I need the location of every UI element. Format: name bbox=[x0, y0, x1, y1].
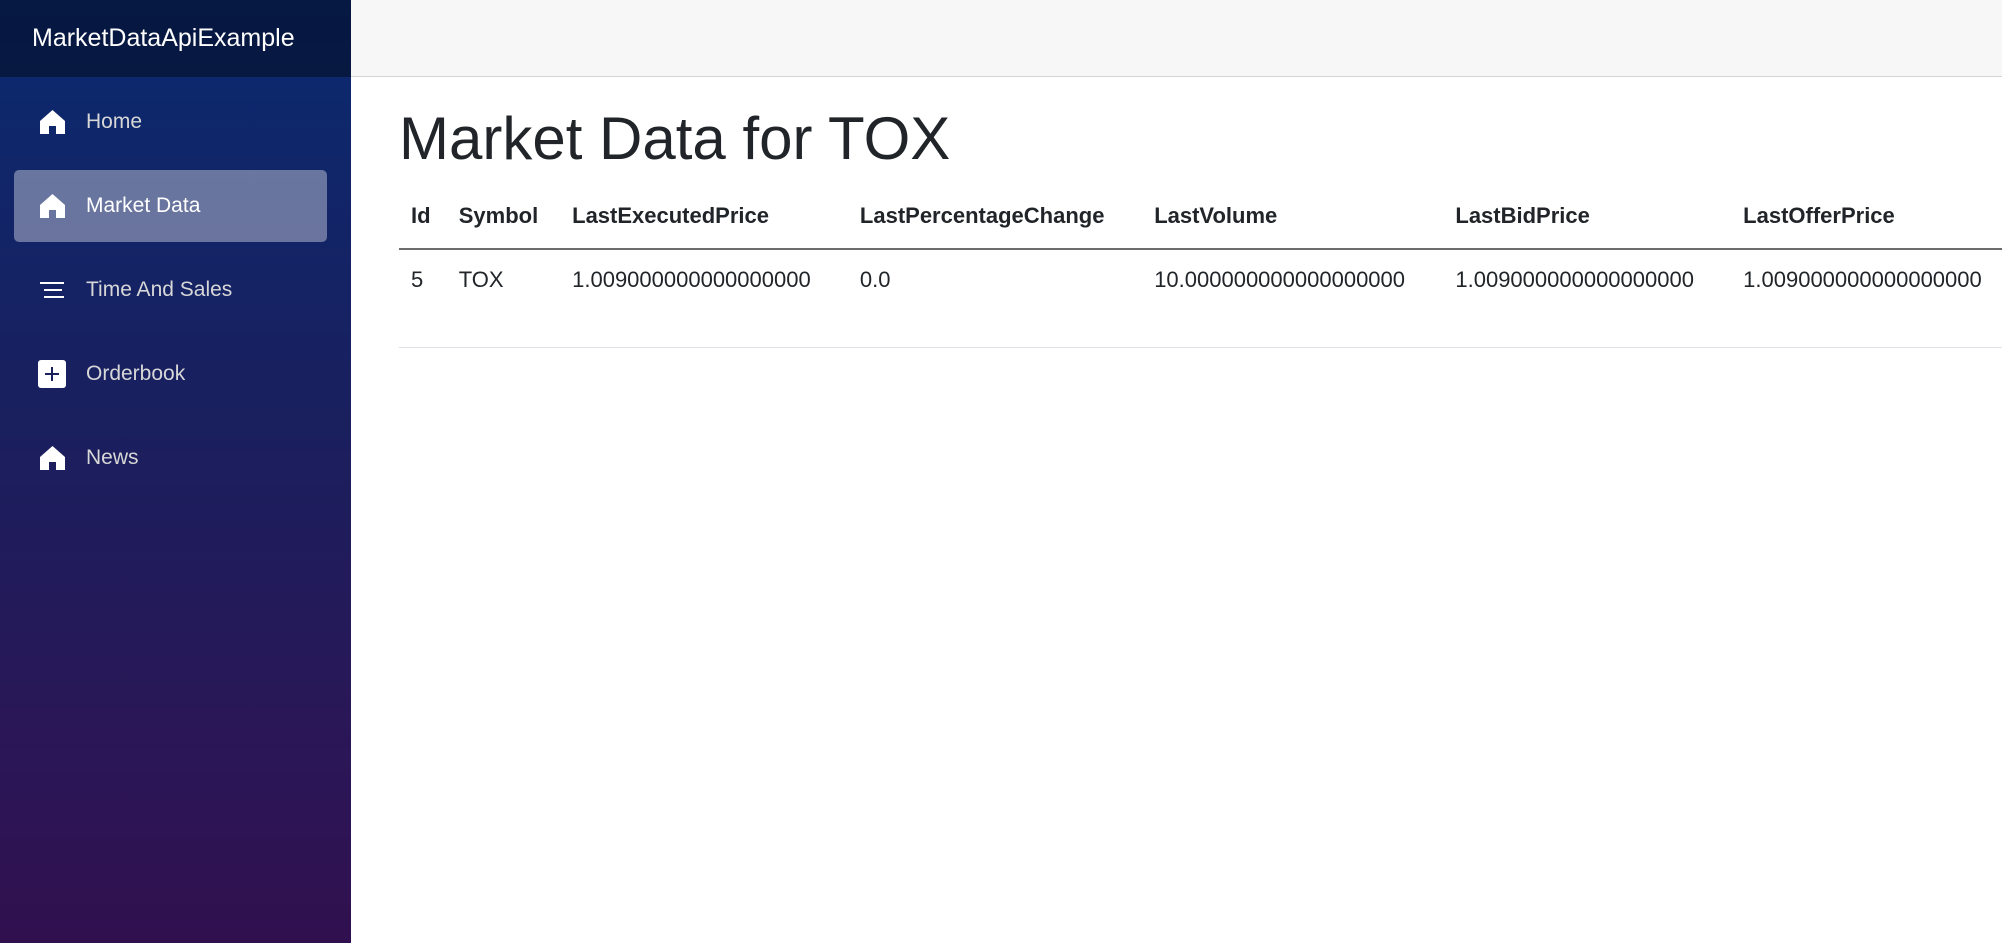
plus-icon bbox=[38, 360, 66, 388]
cell-id: 5 bbox=[399, 249, 447, 348]
sidebar-item-home[interactable]: Home bbox=[14, 86, 327, 158]
table-header-row: Id Symbol LastExecutedPrice LastPercenta… bbox=[399, 184, 2002, 250]
sidebar-nav: Home Market Data Time And Sales Orderboo… bbox=[0, 77, 351, 494]
column-header-last-bid-price: LastBidPrice bbox=[1443, 184, 1732, 250]
sidebar-item-label: Time And Sales bbox=[86, 278, 233, 301]
list-icon bbox=[38, 276, 66, 304]
column-header-last-volume: LastVolume bbox=[1142, 184, 1444, 250]
column-header-id: Id bbox=[399, 184, 447, 250]
column-header-last-offer-price: LastOfferPrice bbox=[1731, 184, 2002, 250]
sidebar-item-news[interactable]: News bbox=[14, 422, 327, 494]
sidebar-item-label: Orderbook bbox=[86, 362, 186, 385]
home-icon bbox=[38, 192, 66, 220]
column-header-last-executed-price: LastExecutedPrice bbox=[560, 184, 848, 250]
table-row: 5 TOX 1.009000000000000000 0.0 10.000000… bbox=[399, 249, 2002, 348]
sidebar-item-orderbook[interactable]: Orderbook bbox=[14, 338, 327, 410]
brand-bar: MarketDataApiExample bbox=[0, 0, 351, 77]
home-icon bbox=[38, 108, 66, 136]
market-data-table: Id Symbol LastExecutedPrice LastPercenta… bbox=[399, 184, 2002, 348]
cell-last-volume: 10.000000000000000000 bbox=[1142, 249, 1444, 348]
sidebar: MarketDataApiExample Home Market Data Ti… bbox=[0, 0, 351, 943]
cell-last-bid-price: 1.009000000000000000 bbox=[1443, 249, 1732, 348]
app-brand[interactable]: MarketDataApiExample bbox=[32, 24, 295, 53]
sidebar-item-market-data[interactable]: Market Data bbox=[14, 170, 327, 242]
cell-last-offer-price: 1.009000000000000000 bbox=[1731, 249, 2002, 348]
column-header-last-percentage-change: LastPercentageChange bbox=[847, 184, 1143, 250]
sidebar-item-label: Market Data bbox=[86, 194, 201, 217]
cell-last-executed-price: 1.009000000000000000 bbox=[560, 249, 848, 348]
sidebar-item-label: News bbox=[86, 446, 139, 469]
sidebar-item-time-and-sales[interactable]: Time And Sales bbox=[14, 254, 327, 326]
home-icon bbox=[38, 444, 66, 472]
main-content: Market Data for TOX Id Symbol LastExecut… bbox=[351, 77, 2002, 943]
cell-symbol: TOX bbox=[446, 249, 561, 348]
top-row bbox=[351, 0, 2002, 77]
sidebar-item-label: Home bbox=[86, 110, 143, 133]
page-title: Market Data for TOX bbox=[399, 105, 951, 172]
column-header-symbol: Symbol bbox=[446, 184, 561, 250]
cell-last-percentage-change: 0.0 bbox=[847, 249, 1143, 348]
